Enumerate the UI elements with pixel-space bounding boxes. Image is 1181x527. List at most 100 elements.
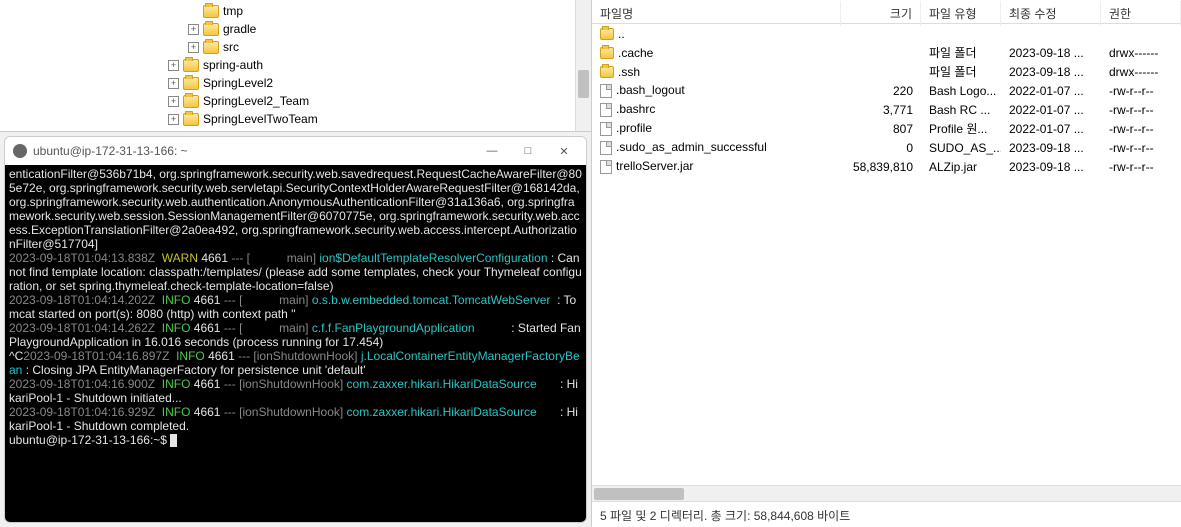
file-type: SUDO_AS_... (921, 140, 1001, 156)
file-size: 3,771 (841, 102, 921, 118)
tree-item[interactable]: + gradle (148, 20, 591, 38)
tree-item[interactable]: + SpringLevel2_Team (148, 92, 591, 110)
file-date: 2022-01-07 ... (1001, 102, 1101, 118)
file-row[interactable]: trelloServer.jar58,839,810ALZip.jar2023-… (592, 157, 1181, 176)
close-button[interactable]: ✕ (550, 141, 578, 161)
folder-icon (203, 23, 219, 36)
file-name: .ssh (618, 65, 640, 79)
terminal-title-bar[interactable]: ubuntu@ip-172-31-13-166: ~ — □ ✕ (5, 137, 586, 165)
file-size (841, 52, 921, 54)
remote-file-panel: 파일명 크기 파일 유형 최종 수정 권한 ...cache파일 폴더2023-… (592, 0, 1181, 527)
folder-icon (183, 59, 199, 72)
file-icon (600, 122, 612, 136)
left-panel: tmp+gradle+src+spring-auth+SpringLevel2+… (0, 0, 592, 527)
file-perm: -rw-r--r-- (1101, 121, 1181, 137)
file-row[interactable]: .sudo_as_admin_successful0SUDO_AS_...202… (592, 138, 1181, 157)
col-size[interactable]: 크기 (841, 1, 921, 26)
file-size (841, 71, 921, 73)
terminal-output[interactable]: enticationFilter@536b71b4, org.springfra… (5, 165, 586, 522)
file-date: 2023-09-18 ... (1001, 45, 1101, 61)
folder-icon (203, 5, 219, 18)
file-icon (600, 141, 612, 155)
maximize-button[interactable]: □ (514, 141, 542, 161)
file-list-header[interactable]: 파일명 크기 파일 유형 최종 수정 권한 (592, 0, 1181, 24)
file-row[interactable]: .bash_logout 220Bash Logo...2022-01-07 ..… (592, 81, 1181, 100)
file-perm: drwx------ (1101, 64, 1181, 80)
tree-label: SpringLevel2_Team (203, 94, 309, 108)
file-icon (600, 84, 612, 98)
file-type: Bash RC ... (921, 102, 1001, 118)
tree-expander[interactable]: + (188, 42, 199, 53)
terminal-title: ubuntu@ip-172-31-13-166: ~ (33, 144, 478, 158)
file-size: 220 (841, 83, 921, 99)
file-perm: drwx------ (1101, 45, 1181, 61)
tree-expander[interactable]: + (168, 114, 179, 125)
file-size (841, 33, 921, 35)
tree-item[interactable]: + SpringLevel2 (148, 74, 591, 92)
tree-expander[interactable]: + (168, 60, 179, 71)
file-row[interactable]: .cache 파일 폴더2023-09-18 ...drwx------ (592, 43, 1181, 62)
file-type: 파일 폴더 (921, 43, 1001, 62)
file-perm: -rw-r--r-- (1101, 83, 1181, 99)
folder-icon (600, 28, 614, 40)
folder-icon (183, 77, 199, 90)
file-date: 2022-01-07 ... (1001, 83, 1101, 99)
tree-expander[interactable]: + (188, 24, 199, 35)
file-size: 0 (841, 140, 921, 156)
directory-tree[interactable]: tmp+gradle+src+spring-auth+SpringLevel2+… (0, 0, 591, 132)
terminal-icon (13, 144, 27, 158)
file-name: .profile (616, 121, 652, 135)
folder-icon (203, 41, 219, 54)
file-perm (1101, 33, 1181, 35)
tree-scrollbar[interactable] (575, 0, 591, 131)
tree-label: tmp (223, 4, 243, 18)
file-type: ALZip.jar (921, 159, 1001, 175)
file-list[interactable]: ...cache파일 폴더2023-09-18 ...drwx------.ss… (592, 24, 1181, 485)
folder-icon (600, 66, 614, 78)
terminal-cursor (170, 434, 177, 447)
col-date[interactable]: 최종 수정 (1001, 1, 1101, 26)
file-date: 2022-01-07 ... (1001, 121, 1101, 137)
status-bar: 5 파일 및 2 디렉터리. 총 크기: 58,844,608 바이트 (592, 501, 1181, 527)
minimize-button[interactable]: — (478, 141, 506, 161)
file-name: .bashrc (616, 102, 655, 116)
tree-item[interactable]: +src (148, 38, 591, 56)
tree-label: gradle (223, 22, 256, 36)
file-name: .. (618, 27, 625, 41)
col-type[interactable]: 파일 유형 (921, 1, 1001, 26)
col-perm[interactable]: 권한 (1101, 1, 1181, 26)
file-row[interactable]: .bashrc 3,771Bash RC ...2022-01-07 ...-rw… (592, 100, 1181, 119)
tree-item[interactable]: tmp (148, 2, 591, 20)
file-size: 58,839,810 (841, 159, 921, 175)
file-name: .cache (618, 46, 653, 60)
col-name[interactable]: 파일명 (592, 1, 841, 26)
file-icon (600, 160, 612, 174)
file-date (1001, 33, 1101, 35)
tree-label: SpringLevel2 (203, 76, 273, 90)
file-row[interactable]: .. (592, 24, 1181, 43)
file-type: Profile 원... (921, 119, 1001, 138)
folder-icon (183, 95, 199, 108)
file-name: .bash_logout (616, 83, 685, 97)
file-type (921, 33, 1001, 35)
file-date: 2023-09-18 ... (1001, 140, 1101, 156)
folder-icon (600, 47, 614, 59)
folder-icon (183, 113, 199, 126)
file-row[interactable]: .profile 807Profile 원...2022-01-07 ...-rw… (592, 119, 1181, 138)
file-name: trelloServer.jar (616, 159, 693, 173)
file-perm: -rw-r--r-- (1101, 102, 1181, 118)
file-row[interactable]: .ssh파일 폴더2023-09-18 ...drwx------ (592, 62, 1181, 81)
file-perm: -rw-r--r-- (1101, 159, 1181, 175)
file-type: 파일 폴더 (921, 62, 1001, 81)
tree-label: SpringLevelTwoTeam (203, 112, 318, 126)
tree-item[interactable]: + SpringLevelTwoTeam (148, 110, 591, 128)
tree-expander[interactable]: + (168, 96, 179, 107)
file-list-h-scrollbar[interactable] (592, 485, 1181, 501)
file-perm: -rw-r--r-- (1101, 140, 1181, 156)
file-type: Bash Logo... (921, 83, 1001, 99)
terminal-window: ubuntu@ip-172-31-13-166: ~ — □ ✕ enticat… (4, 136, 587, 523)
tree-label: spring-auth (203, 58, 263, 72)
file-size: 807 (841, 121, 921, 137)
tree-item[interactable]: + spring-auth (148, 56, 591, 74)
tree-expander[interactable]: + (168, 78, 179, 89)
